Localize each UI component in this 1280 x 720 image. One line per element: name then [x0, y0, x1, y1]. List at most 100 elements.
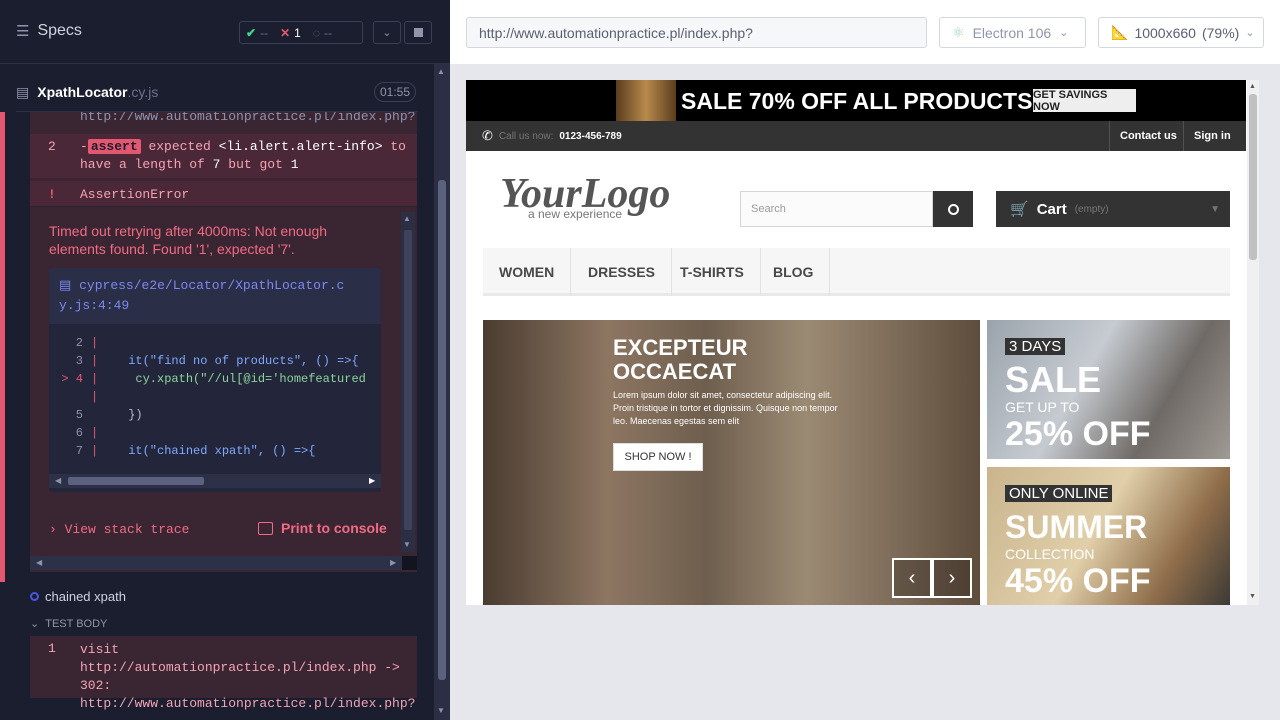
- url-bar[interactable]: http://www.automationpractice.pl/index.p…: [466, 17, 927, 48]
- chevron-left-icon: ‹: [908, 566, 916, 589]
- print-to-console-button[interactable]: Print to console: [258, 520, 387, 536]
- promo-big: SALE: [1005, 359, 1102, 400]
- command-number: 1: [48, 641, 56, 656]
- line-number: 6: [75, 426, 83, 440]
- x-icon: ✕: [280, 25, 291, 40]
- call-us: ✆ Call us now: 0123-456-789: [482, 128, 622, 144]
- test-chained-xpath[interactable]: chained xpath: [30, 589, 126, 604]
- scroll-right-icon[interactable]: ▶: [369, 476, 375, 485]
- print-label: Print to console: [281, 520, 387, 536]
- promo-tag: 3 DAYS: [1005, 338, 1066, 355]
- cart-button[interactable]: 🛒 Cart (empty) ▼: [996, 191, 1230, 227]
- file-icon: ▤: [59, 278, 72, 293]
- code-line: 6 |: [49, 424, 381, 442]
- browser-selector[interactable]: ⚛ Electron 106 ⌄: [939, 17, 1086, 48]
- code-line: 3 | it("find no of products", () =>{: [49, 352, 381, 370]
- test-title: chained xpath: [45, 589, 126, 604]
- cart-label: Cart: [1036, 200, 1067, 218]
- slider-next-button[interactable]: ›: [932, 558, 972, 598]
- scroll-up-icon[interactable]: ▲: [437, 67, 445, 76]
- error-type: AssertionError: [80, 187, 190, 202]
- spec-file-ext: .cy.js: [127, 84, 159, 100]
- collapse-button[interactable]: ⌄: [373, 21, 401, 44]
- code-frame-path-2: y.js:4:49: [59, 298, 130, 313]
- visit-command: visit http://automationpractice.pl/index…: [80, 642, 416, 711]
- assert-text: expected: [148, 139, 211, 154]
- contact-us-link[interactable]: Contact us: [1109, 121, 1187, 151]
- code-line: 5|}): [49, 406, 381, 424]
- scrollbar-thumb[interactable]: [1249, 94, 1257, 260]
- scroll-right-icon[interactable]: ▶: [390, 558, 396, 567]
- scroll-down-icon[interactable]: ▼: [1249, 593, 1256, 600]
- chevron-right-icon: ›: [49, 522, 57, 537]
- sign-in-link[interactable]: Sign in: [1183, 121, 1241, 151]
- code-frame-path-1: cypress/e2e/Locator/XpathLocator.c: [79, 278, 345, 293]
- spinner-icon: ◌: [312, 25, 320, 40]
- scroll-left-icon[interactable]: ◀: [55, 476, 61, 485]
- menu-blog[interactable]: BLOG: [757, 248, 831, 296]
- assert-expected: 7: [212, 157, 221, 172]
- chevron-down-icon: ⌄: [1059, 27, 1069, 39]
- shop-now-button[interactable]: SHOP NOW !: [613, 443, 703, 471]
- promo-pct: 25% OFF: [1005, 415, 1151, 453]
- viewport-size: 1000x660: [1134, 24, 1196, 41]
- check-icon: ✔: [246, 25, 257, 40]
- slider-prev-button[interactable]: ‹: [892, 558, 932, 598]
- scroll-up-icon[interactable]: ▲: [403, 214, 411, 223]
- chevron-down-icon: ▼: [1210, 203, 1220, 215]
- code-line-highlighted: > 4 | cy.xpath("//ul[@id='homefeatured: [61, 372, 366, 386]
- phone-number: 0123-456-789: [559, 130, 622, 142]
- scroll-down-icon[interactable]: ▼: [437, 706, 445, 715]
- scroll-up-icon[interactable]: ▲: [1249, 83, 1256, 90]
- electron-icon: ⚛: [952, 24, 965, 40]
- specs-toggle[interactable]: ☰ Specs: [16, 22, 82, 40]
- line-number: 4: [75, 372, 83, 386]
- cart-icon: 🛒: [1010, 201, 1029, 218]
- search-button[interactable]: [933, 191, 973, 227]
- cart-state: (empty): [1074, 203, 1109, 215]
- reporter-panel: ☰ Specs ✔ -- ✕ 1 ◌ -- ⌄ ▤ XpathLocator.cy.j…: [0, 0, 450, 720]
- menu-women[interactable]: WOMEN: [483, 248, 572, 296]
- scrollbar-thumb[interactable]: [68, 477, 204, 485]
- scroll-left-icon[interactable]: ◀: [36, 558, 42, 567]
- chevron-down-icon: ⌄: [1245, 27, 1255, 39]
- stop-button[interactable]: [404, 21, 432, 44]
- menu-tshirts[interactable]: T-SHIRTS: [664, 248, 761, 296]
- promo2-text: ONLY ONLINE SUMMER COLLECTION 45% OFF: [1005, 484, 1150, 600]
- banner-image: [616, 80, 676, 121]
- failed-stat: ✕ 1: [280, 25, 301, 40]
- stack-trace-label: View stack trace: [64, 522, 190, 537]
- failed-indicator: [0, 112, 5, 582]
- scrollbar-thumb[interactable]: [438, 180, 446, 680]
- code-line: 7 | it("chained xpath", () =>{: [49, 442, 381, 460]
- passed-stat: ✔ --: [246, 25, 269, 40]
- code-line: |: [91, 390, 99, 404]
- assert-selector: <li.alert.alert-info>: [218, 139, 383, 154]
- failed-test-area: http://www.automationpractice.pl/index.p…: [0, 112, 432, 582]
- slide-text: Lorem ipsum dolor sit amet, consectetur …: [613, 390, 838, 426]
- search-icon: [947, 203, 959, 215]
- phone-icon: ✆: [482, 128, 493, 143]
- code-frame-file[interactable]: ▤ cypress/e2e/Locator/XpathLocator.c y.j…: [49, 268, 381, 324]
- panel-horizontal-scrollbar[interactable]: [30, 556, 402, 570]
- running-icon: [30, 592, 39, 601]
- search-input[interactable]: Search: [740, 191, 933, 227]
- error-message: Timed out retrying after 4000ms: Not eno…: [49, 223, 328, 257]
- code-frame: ▤ cypress/e2e/Locator/XpathLocator.c y.j…: [49, 268, 381, 492]
- ruler-icon: 📐: [1111, 24, 1129, 40]
- scroll-down-icon[interactable]: ▼: [403, 540, 411, 549]
- promo-small: GET UP TO: [1005, 399, 1080, 415]
- spec-file-name: XpathLocator: [37, 84, 128, 100]
- promo-small: COLLECTION: [1005, 546, 1095, 562]
- promo-big: SUMMER: [1005, 509, 1148, 545]
- view-stack-trace-button[interactable]: › View stack trace: [49, 522, 189, 537]
- browser-name: Electron 106: [972, 24, 1052, 41]
- menu-icon: ☰: [16, 23, 30, 40]
- line-number: 7: [75, 444, 83, 458]
- call-label: Call us now:: [498, 130, 554, 142]
- test-body-section[interactable]: ⌄ TEST BODY: [30, 617, 107, 631]
- get-savings-button[interactable]: GET SAVINGS NOW: [1033, 89, 1136, 113]
- scrollbar-thumb[interactable]: [404, 230, 412, 530]
- menu-dresses[interactable]: DRESSES: [572, 248, 672, 296]
- viewport-selector[interactable]: 📐 1000x660 (79%) ⌄: [1098, 17, 1264, 48]
